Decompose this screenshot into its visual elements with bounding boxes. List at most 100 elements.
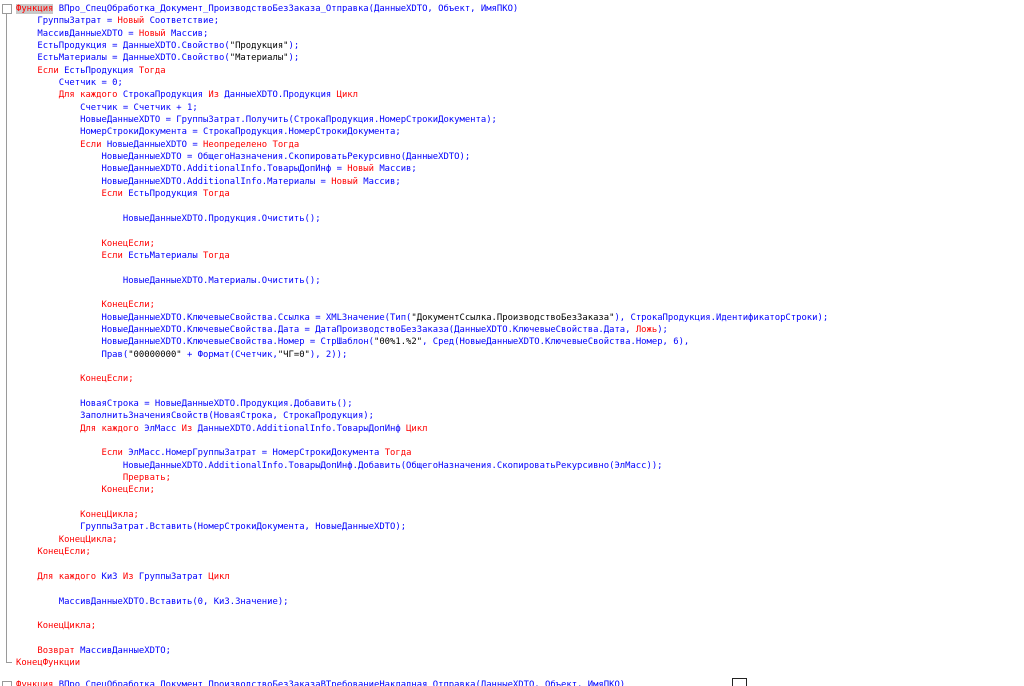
code-token: ЕстьПродукция xyxy=(122,189,204,200)
code-token: НовыеДанныеXDTO.Материалы.Очистить(); xyxy=(16,275,321,286)
code-line[interactable]: КонецЕсли; xyxy=(16,373,1016,385)
keyword-token: КонецЕсли; xyxy=(16,485,155,496)
code-line[interactable]: КонецЕсли; xyxy=(16,299,1016,311)
code-line[interactable]: НовыеДанныеXDTO.КлючевыеСвойства.Дата = … xyxy=(16,324,1016,336)
code-line[interactable]: НовыеДанныеXDTO.КлючевыеСвойства.Ссылка … xyxy=(16,312,1016,324)
fold-collapse-icon-next[interactable] xyxy=(2,681,12,686)
code-line[interactable]: Для каждого СтрокаПродукция Из ДанныеXDT… xyxy=(16,89,1016,101)
code-line[interactable]: КонецЦикла; xyxy=(16,534,1016,546)
keyword-token: Функция xyxy=(16,4,54,14)
code-token: ГруппыЗатрат xyxy=(133,571,209,582)
code-line[interactable] xyxy=(16,583,1016,595)
code-line[interactable]: КонецЕсли; xyxy=(16,238,1016,250)
code-token: НовыеДанныеXDTO.AdditionalInfo.Материалы… xyxy=(16,176,332,187)
code-line[interactable]: ЕстьПродукция = ДанныеXDTO.Свойство("Про… xyxy=(16,40,1016,52)
fold-guide-line xyxy=(6,14,7,663)
code-line[interactable]: Прав("00000000" + Формат(Счетчик,"ЧГ=0")… xyxy=(16,349,1016,361)
code-line[interactable]: Если ЭлМасс.НомерГруппыЗатрат = НомерСтр… xyxy=(16,447,1016,459)
keyword-token: Тогда xyxy=(138,65,166,76)
code-line[interactable]: ГруппыЗатрат.Вставить(НомерСтрокиДокумен… xyxy=(16,521,1016,533)
code-line[interactable]: КонецФункции xyxy=(16,657,1016,669)
code-line[interactable]: НовыеДанныеXDTO.AdditionalInfo.ТоварыДоп… xyxy=(16,163,1016,175)
code-token: ГруппыЗатрат = xyxy=(16,16,118,27)
fold-collapse-icon[interactable] xyxy=(2,4,12,14)
code-line[interactable]: Счетчик = Счетчик + 1; xyxy=(16,102,1016,114)
string-token: "Материалы" xyxy=(229,53,289,64)
code-token: МассивДанныеXDTO.Вставить(0, КиЗ.Значени… xyxy=(16,596,289,607)
code-line[interactable]: КонецЦикла; xyxy=(16,509,1016,521)
code-line[interactable]: НовыеДанныеXDTO = ОбщегоНазначения.Скопи… xyxy=(16,151,1016,163)
code-line[interactable]: КонецЕсли; xyxy=(16,546,1016,558)
code-area[interactable]: Функция ВПро_СпецОбработка_Документ_Прои… xyxy=(16,3,1016,670)
code-line[interactable] xyxy=(16,497,1016,509)
keyword-token: Для каждого xyxy=(16,90,118,101)
code-token: ); xyxy=(288,53,300,64)
code-token: Счетчик = Счетчик + 1; xyxy=(16,102,198,113)
code-line[interactable]: Для каждого ЭлМасс Из ДанныеXDTO.Additio… xyxy=(16,423,1016,435)
code-line[interactable]: НовыеДанныеXDTO = ГруппыЗатрат.Получить(… xyxy=(16,114,1016,126)
code-token: Соответствие; xyxy=(144,16,220,27)
code-token: ЭлМасс xyxy=(138,423,182,434)
code-line[interactable]: Возврат МассивДанныеXDTO; xyxy=(16,645,1016,657)
code-line[interactable]: ГруппыЗатрат = Новый Соответствие; xyxy=(16,15,1016,27)
keyword-token: Тогда xyxy=(384,448,412,459)
keyword-token: КонецЕсли; xyxy=(16,374,134,385)
code-line[interactable]: НовыеДанныеXDTO.Материалы.Очистить(); xyxy=(16,275,1016,287)
string-token: "00%1.%2" xyxy=(374,337,423,348)
code-line[interactable] xyxy=(16,201,1016,213)
code-line[interactable] xyxy=(16,262,1016,274)
code-line[interactable] xyxy=(16,225,1016,237)
code-token: + Формат(Счетчик, xyxy=(181,349,278,360)
code-line[interactable] xyxy=(16,558,1016,570)
code-line[interactable]: Счетчик = 0; xyxy=(16,77,1016,89)
code-token: ЕстьМатериалы xyxy=(122,250,204,261)
code-line[interactable] xyxy=(16,386,1016,398)
code-line[interactable]: Если ЕстьПродукция Тогда xyxy=(16,65,1016,77)
string-token: "ЧГ=0" xyxy=(277,349,310,360)
code-line[interactable] xyxy=(16,287,1016,299)
code-line[interactable]: Для каждого КиЗ Из ГруппыЗатрат Цикл xyxy=(16,571,1016,583)
code-token: , Сред(НовыеДанныеXDTO.КлючевыеСвойства.… xyxy=(422,337,690,348)
code-line[interactable]: НомерСтрокиДокумента = СтрокаПродукция.Н… xyxy=(16,126,1016,138)
code-line[interactable]: КонецЕсли; xyxy=(16,484,1016,496)
keyword-token: КонецЕсли; xyxy=(16,238,155,249)
code-line[interactable] xyxy=(16,608,1016,620)
code-editor[interactable]: Функция ВПро_СпецОбработка_Документ_Прои… xyxy=(0,0,1024,686)
code-token: НомерСтрокиДокумента = СтрокаПродукция.Н… xyxy=(16,127,401,138)
code-token: КиЗ xyxy=(96,571,123,582)
code-token: ДанныеXDTO.AdditionalInfo.ТоварыДопИнф xyxy=(192,423,407,434)
code-line[interactable] xyxy=(16,435,1016,447)
code-line[interactable]: НовыеДанныеXDTO.AdditionalInfo.ТоварыДоп… xyxy=(16,460,1016,472)
code-line[interactable]: Если ЕстьМатериалы Тогда xyxy=(16,250,1016,262)
code-line[interactable] xyxy=(16,633,1016,645)
keyword-token: Из xyxy=(181,423,193,434)
keyword-token: Неопределено Тогда xyxy=(203,139,300,150)
code-line[interactable]: МассивДанныеXDTO = Новый Массив; xyxy=(16,28,1016,40)
keyword-token: Из xyxy=(122,571,134,582)
keyword-token: Возврат xyxy=(16,645,75,656)
code-token: ВПро_СпецОбработка_Документ_Производство… xyxy=(53,4,519,14)
keyword-token: Тогда xyxy=(203,250,230,261)
code-token: Массив; xyxy=(374,164,417,175)
keyword-token: Для каждого xyxy=(16,571,97,582)
keyword-token: Ложь xyxy=(635,324,658,335)
code-line[interactable]: ЗаполнитьЗначенияСвойств(НоваяСтрока, Ст… xyxy=(16,410,1016,422)
code-line[interactable]: ЕстьМатериалы = ДанныеXDTO.Свойство("Мат… xyxy=(16,52,1016,64)
code-line[interactable]: НовыеДанныеXDTO.Продукция.Очистить(); xyxy=(16,213,1016,225)
code-line[interactable]: НоваяСтрока = НовыеДанныеXDTO.Продукция.… xyxy=(16,398,1016,410)
code-token: НоваяСтрока = НовыеДанныеXDTO.Продукция.… xyxy=(16,399,353,409)
code-line-next-function[interactable]: Функция ВПро_СпецОбработка_Документ_Прои… xyxy=(16,679,625,686)
keyword-token: Если xyxy=(16,250,123,261)
code-line[interactable]: Функция ВПро_СпецОбработка_Документ_Прои… xyxy=(16,3,1016,15)
code-line[interactable] xyxy=(16,361,1016,373)
code-line[interactable]: Если ЕстьПродукция Тогда xyxy=(16,188,1016,200)
code-line[interactable]: Если НовыеДанныеXDTO = Неопределено Тогд… xyxy=(16,139,1016,151)
string-token: "ДокументСсылка.ПроизводствоБезЗаказа" xyxy=(411,312,615,323)
code-token: МассивДанныеXDTO; xyxy=(74,645,171,656)
code-line[interactable]: КонецЦикла; xyxy=(16,620,1016,632)
code-line[interactable]: МассивДанныеXDTO.Вставить(0, КиЗ.Значени… xyxy=(16,596,1016,608)
code-line[interactable]: Прервать; xyxy=(16,472,1016,484)
code-token: ); xyxy=(657,324,668,335)
code-line[interactable]: НовыеДанныеXDTO.КлючевыеСвойства.Номер =… xyxy=(16,336,1016,348)
code-line[interactable]: НовыеДанныеXDTO.AdditionalInfo.Материалы… xyxy=(16,176,1016,188)
